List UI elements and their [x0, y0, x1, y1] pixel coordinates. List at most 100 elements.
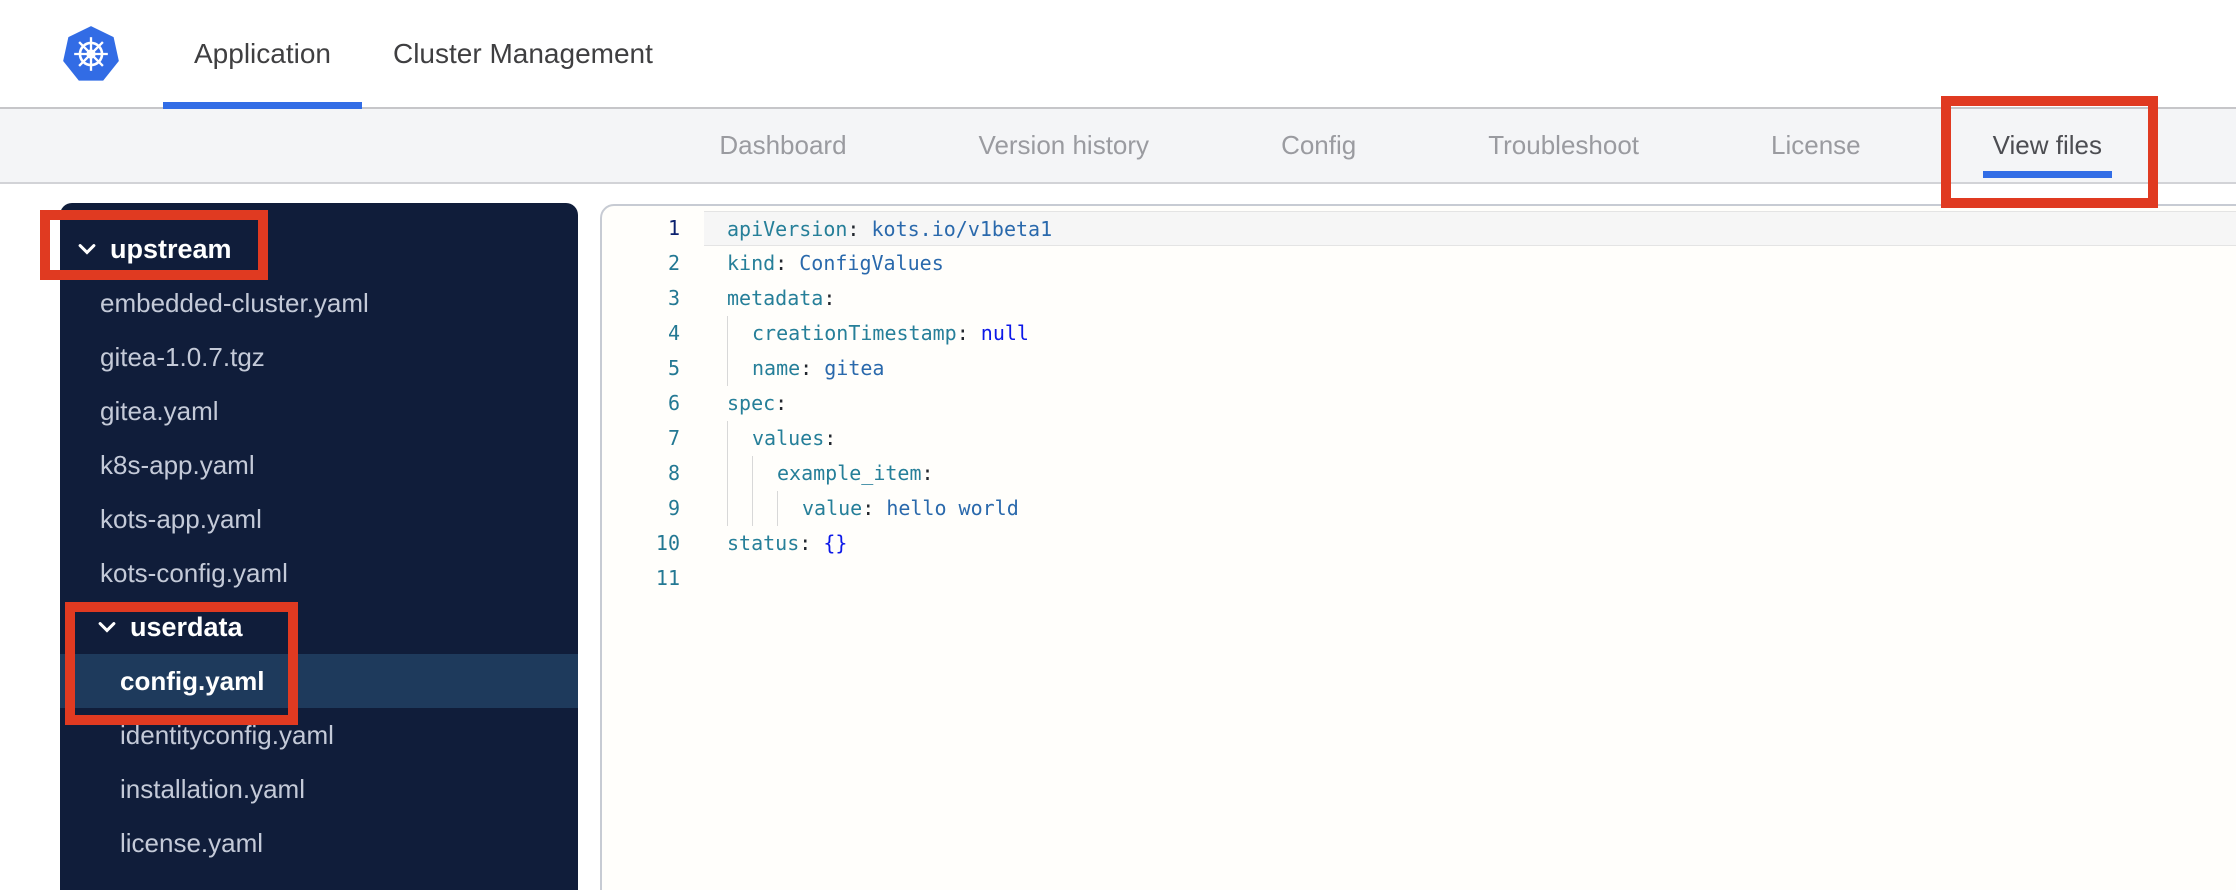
line-content: metadata: — [704, 281, 2236, 316]
token-punct: : — [824, 426, 837, 450]
chevron-down-icon — [98, 622, 116, 633]
folder-label: userdata — [130, 611, 243, 642]
code-line[interactable]: 3 metadata: — [602, 281, 2236, 316]
line-number: 8 — [667, 461, 680, 485]
tree-item-kots-app-yaml[interactable]: kots-app.yaml — [60, 492, 578, 546]
indent-guide — [727, 491, 752, 526]
line-number: 1 — [667, 216, 680, 240]
tree-item-gitea-yaml[interactable]: gitea.yaml — [60, 384, 578, 438]
indent-guide — [777, 491, 802, 526]
file-label: k8s-app.yaml — [100, 449, 255, 480]
file-label: kots-config.yaml — [100, 557, 288, 588]
line-content: apiVersion: kots.io/v1beta1 — [704, 211, 2236, 246]
file-label: gitea-1.0.7.tgz — [100, 341, 265, 372]
line-number: 2 — [667, 251, 680, 275]
tree-item-config-yaml[interactable]: config.yaml — [60, 654, 578, 708]
line-number: 3 — [667, 286, 680, 310]
line-content: creationTimestamp: null — [704, 316, 2236, 351]
token-key: creationTimestamp — [752, 321, 957, 345]
top-tab-application[interactable]: Application — [163, 0, 362, 109]
line-content: status: {} — [704, 526, 2236, 561]
code-line[interactable]: 11 — [602, 561, 2236, 596]
tree-item-identityconfig-yaml[interactable]: identityconfig.yaml — [60, 708, 578, 762]
code-line[interactable]: 10 status: {} — [602, 526, 2236, 561]
line-number: 9 — [667, 496, 680, 520]
yaml-editor-panel[interactable]: 1 apiVersion: kots.io/v1beta1 2 kind: Confi… — [600, 204, 2236, 890]
tree-item-installation-yaml[interactable]: installation.yaml — [60, 762, 578, 816]
file-label: gitea.yaml — [100, 395, 219, 426]
token-key: values — [752, 426, 825, 450]
token-punct: : — [921, 461, 934, 485]
code-line[interactable]: 8 example_item: — [602, 456, 2236, 491]
tree-item-embedded-cluster-yaml[interactable]: embedded-cluster.yaml — [60, 276, 578, 330]
line-content: name: gitea — [704, 351, 2236, 386]
tab-version-history[interactable]: Version history — [913, 109, 1216, 182]
code-line[interactable]: 9 value: hello world — [602, 491, 2236, 526]
tab-dashboard[interactable]: Dashboard — [653, 109, 912, 182]
indent-guide — [727, 421, 752, 456]
file-label: embedded-cluster.yaml — [100, 287, 369, 318]
token-key: kind — [727, 251, 776, 275]
code-line[interactable]: 4 creationTimestamp: null — [602, 316, 2236, 351]
indent-guide — [727, 351, 752, 386]
code-line[interactable]: 7 values: — [602, 421, 2236, 456]
indent-guide — [752, 456, 777, 491]
token-punct: : — [847, 217, 872, 241]
code-line[interactable]: 1 apiVersion: kots.io/v1beta1 — [602, 211, 2236, 246]
indent-guide — [727, 316, 752, 351]
tree-item-k8s-app-yaml[interactable]: k8s-app.yaml — [60, 438, 578, 492]
top-tabs: Application Cluster Management — [163, 0, 684, 109]
file-label: kots-app.yaml — [100, 503, 262, 534]
token-punct: : — [956, 321, 981, 345]
indent-guide — [727, 456, 752, 491]
tab-view-files[interactable]: View files — [1927, 109, 2168, 182]
tree-item-upstream[interactable]: upstream — [60, 222, 578, 276]
tree-item-gitea-1-0-7-tgz[interactable]: gitea-1.0.7.tgz — [60, 330, 578, 384]
tab-config[interactable]: Config — [1215, 109, 1422, 182]
token-punct: : — [862, 496, 887, 520]
line-number: 10 — [655, 531, 680, 555]
token-val: kots.io/v1beta1 — [871, 217, 1053, 241]
code-line[interactable]: 6 spec: — [602, 386, 2236, 421]
token-key: name — [752, 356, 801, 380]
token-punct: : — [800, 356, 825, 380]
token-key: value — [802, 496, 863, 520]
tab-license[interactable]: License — [1705, 109, 1927, 182]
kots-admin-console: Application Cluster Management Dashboard V… — [0, 0, 2236, 890]
folder-label: upstream — [110, 233, 232, 264]
token-kw: {} — [823, 531, 848, 555]
token-kw: null — [980, 321, 1029, 345]
line-content: kind: ConfigValues — [704, 246, 2236, 281]
line-number: 7 — [667, 426, 680, 450]
line-content: example_item: — [704, 456, 2236, 491]
tree-item-kots-config-yaml[interactable]: kots-config.yaml — [60, 546, 578, 600]
file-label: license.yaml — [120, 827, 264, 858]
top-navbar: Application Cluster Management — [0, 0, 2236, 109]
kubernetes-logo-icon — [63, 25, 119, 81]
code-line[interactable]: 5 name: gitea — [602, 351, 2236, 386]
top-tab-cluster-management[interactable]: Cluster Management — [362, 0, 684, 107]
tab-troubleshoot[interactable]: Troubleshoot — [1422, 109, 1705, 182]
token-key: status — [727, 531, 800, 555]
token-val: hello world — [886, 496, 1019, 520]
line-number: 11 — [655, 566, 680, 590]
token-key: apiVersion — [727, 217, 848, 241]
token-val: gitea — [824, 356, 885, 380]
token-val: ConfigValues — [799, 251, 944, 275]
tree-item-userdata[interactable]: userdata — [60, 600, 578, 654]
chevron-down-icon — [78, 244, 96, 255]
tree-item-license-yaml[interactable]: license.yaml — [60, 816, 578, 870]
app-subnav: Dashboard Version history Config Troublesho… — [0, 109, 2236, 184]
file-tree-sidebar: upstream embedded-cluster.yaml gitea-1.0.7… — [60, 203, 578, 890]
line-content: values: — [704, 421, 2236, 456]
file-label: installation.yaml — [120, 773, 305, 804]
token-punct: : — [775, 251, 800, 275]
line-content: spec: — [704, 386, 2236, 421]
line-number: 5 — [667, 356, 680, 380]
token-punct: : — [823, 286, 836, 310]
token-key: spec — [727, 391, 776, 415]
file-label: identityconfig.yaml — [120, 719, 334, 750]
token-key: metadata — [727, 286, 824, 310]
line-content: value: hello world — [704, 491, 2236, 526]
code-line[interactable]: 2 kind: ConfigValues — [602, 246, 2236, 281]
